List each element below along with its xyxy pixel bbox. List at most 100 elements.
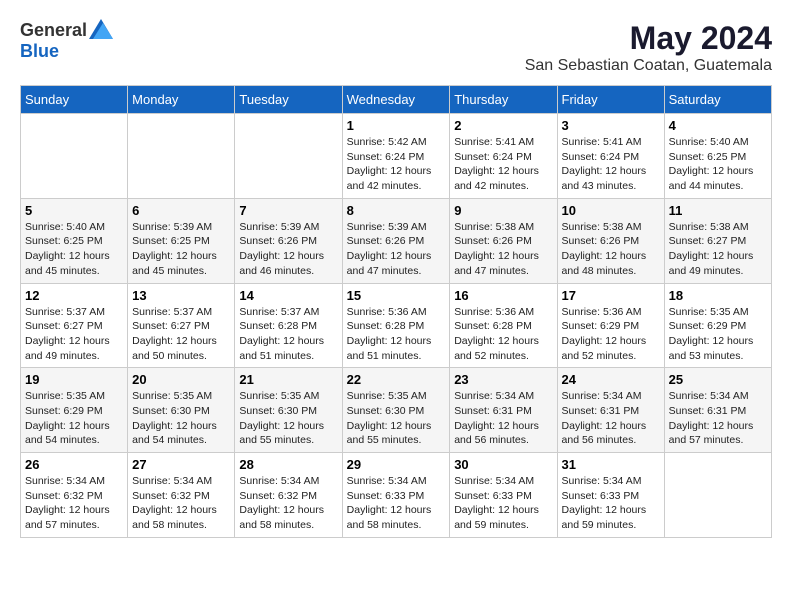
month-year-title: May 2024: [525, 20, 772, 57]
day-number: 26: [25, 457, 123, 472]
logo-blue-text: Blue: [20, 41, 59, 62]
day-info: Sunrise: 5:39 AM Sunset: 6:26 PM Dayligh…: [239, 220, 337, 279]
day-info: Sunrise: 5:37 AM Sunset: 6:27 PM Dayligh…: [25, 305, 123, 364]
calendar-table: SundayMondayTuesdayWednesdayThursdayFrid…: [20, 85, 772, 538]
calendar-cell: [21, 114, 128, 199]
calendar-cell: 18 Sunrise: 5:35 AM Sunset: 6:29 PM Dayli…: [664, 283, 771, 368]
day-number: 28: [239, 457, 337, 472]
day-number: 21: [239, 372, 337, 387]
calendar-header-sunday: Sunday: [21, 86, 128, 114]
calendar-header-tuesday: Tuesday: [235, 86, 342, 114]
calendar-cell: 26 Sunrise: 5:34 AM Sunset: 6:32 PM Dayli…: [21, 453, 128, 538]
day-number: 31: [562, 457, 660, 472]
day-info: Sunrise: 5:34 AM Sunset: 6:33 PM Dayligh…: [562, 474, 660, 533]
day-number: 24: [562, 372, 660, 387]
calendar-cell: 16 Sunrise: 5:36 AM Sunset: 6:28 PM Dayli…: [450, 283, 557, 368]
day-number: 10: [562, 203, 660, 218]
calendar-header-monday: Monday: [128, 86, 235, 114]
day-number: 8: [347, 203, 446, 218]
calendar-cell: 11Sunrise: 5:38 AM Sunset: 6:27 PM Dayli…: [664, 198, 771, 283]
calendar-cell: 8 Sunrise: 5:39 AM Sunset: 6:26 PM Daylig…: [342, 198, 450, 283]
day-info: Sunrise: 5:34 AM Sunset: 6:32 PM Dayligh…: [132, 474, 230, 533]
day-number: 17: [562, 288, 660, 303]
day-number: 27: [132, 457, 230, 472]
calendar-cell: 3 Sunrise: 5:41 AM Sunset: 6:24 PM Daylig…: [557, 114, 664, 199]
day-number: 11: [669, 203, 767, 218]
day-number: 30: [454, 457, 552, 472]
calendar-cell: 9Sunrise: 5:38 AM Sunset: 6:26 PM Daylig…: [450, 198, 557, 283]
day-number: 16: [454, 288, 552, 303]
day-info: Sunrise: 5:39 AM Sunset: 6:26 PM Dayligh…: [347, 220, 446, 279]
calendar-header-thursday: Thursday: [450, 86, 557, 114]
calendar-cell: 30 Sunrise: 5:34 AM Sunset: 6:33 PM Dayli…: [450, 453, 557, 538]
logo: General Blue: [20, 20, 113, 62]
calendar-cell: 19Sunrise: 5:35 AM Sunset: 6:29 PM Dayli…: [21, 368, 128, 453]
day-info: Sunrise: 5:34 AM Sunset: 6:33 PM Dayligh…: [454, 474, 552, 533]
day-number: 4: [669, 118, 767, 133]
calendar-cell: 24 Sunrise: 5:34 AM Sunset: 6:31 PM Dayli…: [557, 368, 664, 453]
calendar-cell: 1 Sunrise: 5:42 AM Sunset: 6:24 PM Daylig…: [342, 114, 450, 199]
calendar-cell: 28 Sunrise: 5:34 AM Sunset: 6:32 PM Dayli…: [235, 453, 342, 538]
day-info: Sunrise: 5:34 AM Sunset: 6:32 PM Dayligh…: [25, 474, 123, 533]
day-info: Sunrise: 5:37 AM Sunset: 6:27 PM Dayligh…: [132, 305, 230, 364]
calendar-cell: 10 Sunrise: 5:38 AM Sunset: 6:26 PM Dayli…: [557, 198, 664, 283]
calendar-cell: 17 Sunrise: 5:36 AM Sunset: 6:29 PM Dayli…: [557, 283, 664, 368]
day-info: Sunrise: 5:36 AM Sunset: 6:28 PM Dayligh…: [454, 305, 552, 364]
day-info: Sunrise: 5:35 AM Sunset: 6:30 PM Dayligh…: [347, 389, 446, 448]
calendar-cell: 29 Sunrise: 5:34 AM Sunset: 6:33 PM Dayli…: [342, 453, 450, 538]
calendar-week-row: 26 Sunrise: 5:34 AM Sunset: 6:32 PM Dayli…: [21, 453, 772, 538]
day-number: 7: [239, 203, 337, 218]
day-number: 22: [347, 372, 446, 387]
calendar-week-row: 12 Sunrise: 5:37 AM Sunset: 6:27 PM Dayli…: [21, 283, 772, 368]
day-info: Sunrise: 5:34 AM Sunset: 6:31 PM Dayligh…: [669, 389, 767, 448]
day-info: Sunrise: 5:35 AM Sunset: 6:30 PM Dayligh…: [132, 389, 230, 448]
day-info: Sunrise: 5:38 AM Sunset: 6:26 PM Dayligh…: [562, 220, 660, 279]
logo-icon: [89, 19, 113, 39]
calendar-week-row: 1 Sunrise: 5:42 AM Sunset: 6:24 PM Daylig…: [21, 114, 772, 199]
day-info: Sunrise: 5:41 AM Sunset: 6:24 PM Dayligh…: [562, 135, 660, 194]
calendar-cell: 20 Sunrise: 5:35 AM Sunset: 6:30 PM Dayli…: [128, 368, 235, 453]
day-info: Sunrise: 5:40 AM Sunset: 6:25 PM Dayligh…: [669, 135, 767, 194]
day-number: 23: [454, 372, 552, 387]
calendar-cell: [128, 114, 235, 199]
day-number: 6: [132, 203, 230, 218]
day-info: Sunrise: 5:36 AM Sunset: 6:29 PM Dayligh…: [562, 305, 660, 364]
day-info: Sunrise: 5:38 AM Sunset: 6:26 PM Dayligh…: [454, 220, 552, 279]
day-number: 18: [669, 288, 767, 303]
day-number: 20: [132, 372, 230, 387]
day-info: Sunrise: 5:40 AM Sunset: 6:25 PM Dayligh…: [25, 220, 123, 279]
calendar-header-friday: Friday: [557, 86, 664, 114]
day-number: 1: [347, 118, 446, 133]
page-header: General Blue May 2024 San Sebastian Coat…: [20, 20, 772, 75]
calendar-cell: 15 Sunrise: 5:36 AM Sunset: 6:28 PM Dayli…: [342, 283, 450, 368]
calendar-header-wednesday: Wednesday: [342, 86, 450, 114]
calendar-cell: 13 Sunrise: 5:37 AM Sunset: 6:27 PM Dayli…: [128, 283, 235, 368]
day-info: Sunrise: 5:34 AM Sunset: 6:31 PM Dayligh…: [562, 389, 660, 448]
calendar-cell: 31 Sunrise: 5:34 AM Sunset: 6:33 PM Dayli…: [557, 453, 664, 538]
day-number: 3: [562, 118, 660, 133]
logo-general-text: General: [20, 20, 87, 41]
calendar-cell: 4 Sunrise: 5:40 AM Sunset: 6:25 PM Daylig…: [664, 114, 771, 199]
day-info: Sunrise: 5:42 AM Sunset: 6:24 PM Dayligh…: [347, 135, 446, 194]
day-info: Sunrise: 5:36 AM Sunset: 6:28 PM Dayligh…: [347, 305, 446, 364]
day-number: 14: [239, 288, 337, 303]
calendar-header-saturday: Saturday: [664, 86, 771, 114]
day-info: Sunrise: 5:34 AM Sunset: 6:32 PM Dayligh…: [239, 474, 337, 533]
day-number: 12: [25, 288, 123, 303]
day-number: 25: [669, 372, 767, 387]
day-number: 13: [132, 288, 230, 303]
calendar-cell: 2Sunrise: 5:41 AM Sunset: 6:24 PM Daylig…: [450, 114, 557, 199]
calendar-cell: 25 Sunrise: 5:34 AM Sunset: 6:31 PM Dayli…: [664, 368, 771, 453]
day-info: Sunrise: 5:34 AM Sunset: 6:33 PM Dayligh…: [347, 474, 446, 533]
calendar-cell: 12 Sunrise: 5:37 AM Sunset: 6:27 PM Dayli…: [21, 283, 128, 368]
day-number: 29: [347, 457, 446, 472]
calendar-cell: [664, 453, 771, 538]
calendar-cell: 7 Sunrise: 5:39 AM Sunset: 6:26 PM Daylig…: [235, 198, 342, 283]
calendar-cell: 14 Sunrise: 5:37 AM Sunset: 6:28 PM Dayli…: [235, 283, 342, 368]
day-number: 2: [454, 118, 552, 133]
day-info: Sunrise: 5:35 AM Sunset: 6:29 PM Dayligh…: [669, 305, 767, 364]
day-number: 19: [25, 372, 123, 387]
day-number: 15: [347, 288, 446, 303]
day-info: Sunrise: 5:37 AM Sunset: 6:28 PM Dayligh…: [239, 305, 337, 364]
calendar-cell: 6Sunrise: 5:39 AM Sunset: 6:25 PM Daylig…: [128, 198, 235, 283]
